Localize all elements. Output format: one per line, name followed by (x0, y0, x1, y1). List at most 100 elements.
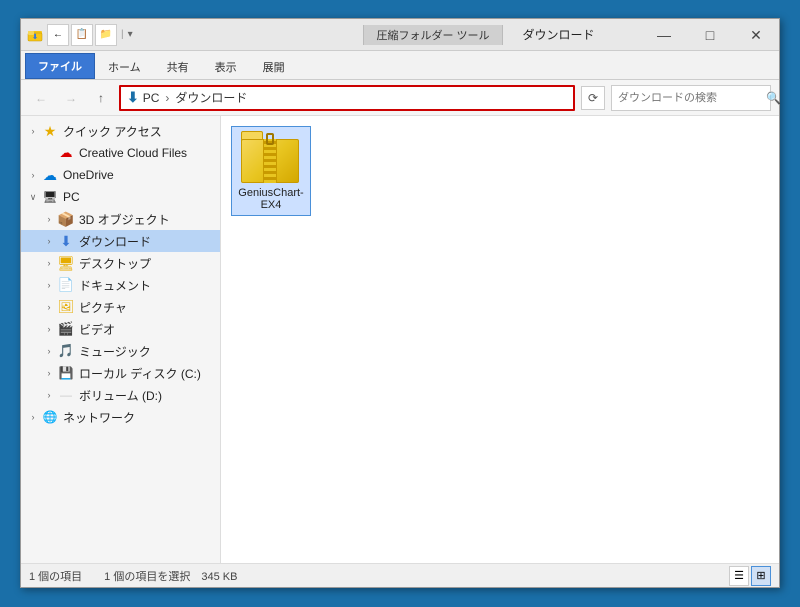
title-bar: ⬇ ← 📋 📁 | ▾ 圧縮フォルダー ツール ダウンロード — □ ✕ (21, 19, 779, 51)
view-list-button[interactable]: ☰ (729, 566, 749, 586)
nav-forward-button[interactable]: → (59, 86, 83, 110)
file-label-geniuschart: GeniusChart-EX4 (236, 187, 306, 211)
label-network: ネットワーク (63, 409, 135, 426)
label-videos: ビデオ (79, 321, 115, 338)
address-input[interactable]: ⬇ PC › ダウンロード (119, 85, 575, 111)
icon-onedrive: ☁ (41, 166, 59, 184)
label-desktop: デスクトップ (79, 255, 151, 272)
toggle-desktop: › (41, 255, 57, 271)
sidebar-item-network[interactable]: › 🌐 ネットワーク (21, 406, 220, 428)
sidebar-item-videos[interactable]: › 🎬 ビデオ (21, 318, 220, 340)
sidebar-item-onedrive[interactable]: › ☁ OneDrive (21, 164, 220, 186)
icon-videos: 🎬 (57, 320, 75, 338)
back-qa-button[interactable]: ← (47, 24, 69, 46)
label-downloads: ダウンロード (79, 233, 151, 250)
label-documents: ドキュメント (79, 277, 151, 294)
minimize-button[interactable]: — (641, 19, 687, 51)
close-button[interactable]: ✕ (733, 19, 779, 51)
icon-downloads: ⬇ (57, 232, 75, 250)
toggle-quick-access: › (25, 123, 41, 139)
toggle-volume-d: › (41, 387, 57, 403)
icon-local-c: 💾 (57, 364, 75, 382)
zip-tool-label: 圧縮フォルダー ツール (363, 25, 502, 45)
search-wrap: 🔍 (611, 85, 771, 111)
addr-download-icon: ⬇ (127, 89, 139, 106)
icon-desktop: 🖥 (57, 254, 75, 272)
ribbon: ファイル ホーム 共有 表示 展開 (21, 51, 779, 80)
toggle-3d: › (41, 211, 57, 227)
view-grid-button[interactable]: ⊞ (751, 566, 771, 586)
label-cc-files: Creative Cloud Files (79, 146, 187, 160)
sidebar-item-quick-access[interactable]: › ★ クイック アクセス (21, 120, 220, 142)
window-title: ダウンロード (503, 26, 615, 43)
addr-pc: PC (143, 91, 160, 105)
toggle-videos: › (41, 321, 57, 337)
tab-file[interactable]: ファイル (25, 53, 95, 79)
quick-access-buttons: ← 📋 📁 (47, 24, 117, 46)
sidebar-item-pc[interactable]: ∨ 🖥 PC (21, 186, 220, 208)
sidebar-item-downloads[interactable]: › ⬇ ダウンロード (21, 230, 220, 252)
label-quick-access: クイック アクセス (63, 123, 162, 140)
toggle-music: › (41, 343, 57, 359)
toggle-documents: › (41, 277, 57, 293)
icon-volume-d: — (57, 386, 75, 404)
icon-quick-access: ★ (41, 122, 59, 140)
ribbon-tabs: ファイル ホーム 共有 表示 展開 (21, 51, 779, 79)
toggle-downloads: › (41, 233, 57, 249)
customize-label: ▾ (128, 29, 133, 40)
toggle-cc (41, 145, 57, 161)
sidebar-item-desktop[interactable]: › 🖥 デスクトップ (21, 252, 220, 274)
nav-back-button[interactable]: ← (29, 86, 53, 110)
icon-3d: 📦 (57, 210, 75, 228)
search-button[interactable]: 🔍 (766, 86, 781, 110)
status-view-controls: ☰ ⊞ (729, 566, 771, 586)
sidebar-item-music[interactable]: › 🎵 ミュージック (21, 340, 220, 362)
sidebar-item-pictures[interactable]: › 🖼 ピクチャ (21, 296, 220, 318)
sidebar-item-local-c[interactable]: › 💾 ローカル ディスク (C:) (21, 362, 220, 384)
refresh-button[interactable]: ⟳ (581, 86, 605, 110)
sidebar-item-volume-d[interactable]: › — ボリューム (D:) (21, 384, 220, 406)
addr-downloads: ダウンロード (175, 89, 247, 106)
file-item-geniuschart[interactable]: GeniusChart-EX4 (231, 126, 311, 216)
sidebar: › ★ クイック アクセス ☁ Creative Cloud Files › ☁… (21, 116, 221, 563)
label-onedrive: OneDrive (63, 168, 114, 182)
sidebar-item-cc-files[interactable]: ☁ Creative Cloud Files (21, 142, 220, 164)
status-text: 1 個の項目 1 個の項目を選択 345 KB (29, 568, 729, 584)
toggle-onedrive: › (25, 167, 41, 183)
properties-qa-button[interactable]: 📋 (71, 24, 93, 46)
explorer-window: ⬇ ← 📋 📁 | ▾ 圧縮フォルダー ツール ダウンロード — □ ✕ ファイ… (20, 18, 780, 588)
label-volume-d: ボリューム (D:) (79, 387, 162, 404)
icon-documents: 📄 (57, 276, 75, 294)
tab-view[interactable]: 表示 (202, 54, 250, 79)
icon-pictures: 🖼 (57, 298, 75, 316)
nav-up-button[interactable]: ↑ (89, 86, 113, 110)
label-music: ミュージック (79, 343, 151, 360)
main-content: › ★ クイック アクセス ☁ Creative Cloud Files › ☁… (21, 116, 779, 563)
toggle-local-c: › (41, 365, 57, 381)
newfile-qa-button[interactable]: 📁 (95, 24, 117, 46)
file-area: GeniusChart-EX4 (221, 116, 779, 563)
icon-network: 🌐 (41, 408, 59, 426)
label-pc: PC (63, 190, 80, 204)
label-local-c: ローカル ディスク (C:) (79, 365, 201, 382)
zip-folder-icon (241, 131, 301, 183)
toggle-pc: ∨ (25, 189, 41, 205)
address-bar: ← → ↑ ⬇ PC › ダウンロード ⟳ 🔍 (21, 80, 779, 116)
addr-sep1: › (165, 91, 169, 105)
title-bar-center: 圧縮フォルダー ツール ダウンロード (337, 19, 641, 50)
label-3d: 3D オブジェクト (79, 211, 170, 228)
title-bar-left: ⬇ ← 📋 📁 | ▾ (21, 19, 337, 50)
toggle-network: › (25, 409, 41, 425)
maximize-button[interactable]: □ (687, 19, 733, 51)
search-input[interactable] (612, 92, 766, 104)
window-controls: — □ ✕ (641, 19, 779, 50)
sidebar-item-3d[interactable]: › 📦 3D オブジェクト (21, 208, 220, 230)
tab-home[interactable]: ホーム (95, 54, 154, 79)
icon-pc: 🖥 (41, 188, 59, 206)
sidebar-item-documents[interactable]: › 📄 ドキュメント (21, 274, 220, 296)
icon-cc: ☁ (57, 144, 75, 162)
tab-extract[interactable]: 展開 (250, 54, 298, 79)
status-bar: 1 個の項目 1 個の項目を選択 345 KB ☰ ⊞ (21, 563, 779, 587)
label-pictures: ピクチャ (79, 299, 127, 316)
tab-share[interactable]: 共有 (154, 54, 202, 79)
